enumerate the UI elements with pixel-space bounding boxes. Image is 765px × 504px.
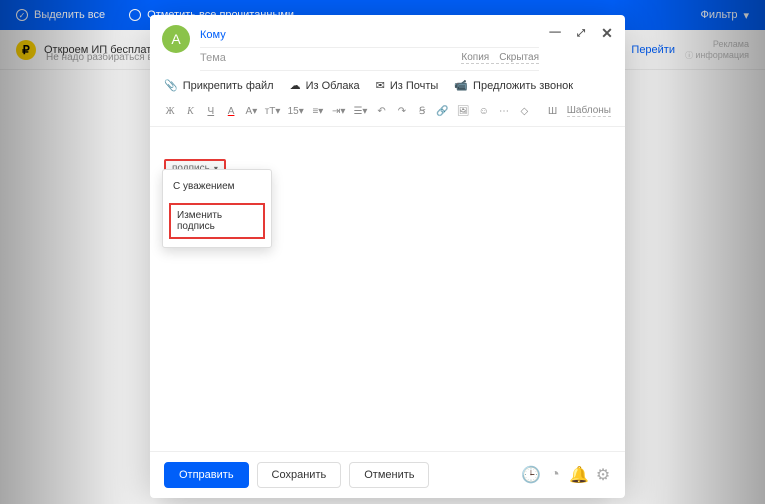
suggest-call-button[interactable]: 📹 Предложить звонок — [454, 79, 573, 92]
more-format-icon[interactable]: ⋯ — [498, 104, 510, 118]
schedule-icon[interactable]: 🕒 — [523, 467, 539, 483]
subject-field-row[interactable]: Тема Копия Скрытая — [200, 48, 539, 71]
signature-option-default[interactable]: С уважением — [163, 174, 271, 199]
signature-menu: С уважением Изменить подпись — [162, 169, 272, 248]
to-field-row[interactable]: Кому — [200, 25, 539, 48]
ad-disclaimer: Рекламаⓘ информация — [685, 39, 749, 61]
filter-label: Фильтр — [701, 9, 738, 21]
emoji-icon[interactable]: ☺ — [478, 104, 490, 118]
indent-icon[interactable]: ⇥▾ — [332, 104, 345, 118]
underline-icon[interactable]: Ч — [205, 104, 217, 118]
templates-icon: Ш — [546, 104, 558, 118]
save-button[interactable]: Сохранить — [257, 462, 342, 488]
attachment-bar: 📎 Прикрепить файл ☁ Из Облака ✉ Из Почты… — [150, 71, 625, 100]
highlight-icon[interactable]: А▾ — [245, 104, 257, 118]
attach-cloud-button[interactable]: ☁ Из Облака — [290, 79, 360, 92]
list-icon[interactable]: ☰▾ — [353, 104, 367, 118]
cc-link[interactable]: Копия — [461, 52, 489, 63]
font-family-icon[interactable]: тТ▾ — [266, 104, 280, 118]
clear-format-icon[interactable]: ◇ — [518, 104, 530, 118]
bold-icon[interactable]: Ж — [164, 104, 176, 118]
suggest-call-label: Предложить звонок — [473, 80, 573, 92]
attach-cloud-label: Из Облака — [306, 80, 360, 92]
format-toolbar: Ж К Ч А А▾ тТ▾ 15▾ ≡▾ ⇥▾ ☰▾ ↶ ↷ Ꞩ 🔗 🖼 ☺ … — [150, 100, 625, 127]
image-icon[interactable]: 🖼 — [457, 104, 470, 118]
link-icon[interactable]: 🔗 — [436, 104, 448, 118]
circle-icon — [129, 9, 141, 21]
expand-icon[interactable]: ⤢ — [575, 27, 587, 39]
send-button[interactable]: Отправить — [164, 462, 249, 488]
filter-button[interactable]: Фильтр ▾ — [701, 9, 749, 22]
strike-icon[interactable]: Ꞩ — [416, 104, 428, 118]
bcc-link[interactable]: Скрытая — [499, 52, 539, 63]
check-circle-icon — [16, 9, 28, 21]
font-color-icon[interactable]: А — [225, 104, 237, 118]
important-icon[interactable]: ◔ — [547, 467, 563, 483]
align-icon[interactable]: ≡▾ — [312, 104, 324, 118]
cancel-button[interactable]: Отменить — [349, 462, 429, 488]
attach-file-button[interactable]: 📎 Прикрепить файл — [164, 79, 274, 92]
cloud-icon: ☁ — [290, 79, 301, 92]
minimize-icon[interactable]: ─ — [549, 27, 561, 39]
undo-icon[interactable]: ↶ — [375, 104, 387, 118]
ad-go-link[interactable]: Перейти — [631, 44, 675, 56]
compose-window: A Кому Тема Копия Скрытая ─ ⤢ ✕ 📎 Прикре… — [150, 15, 625, 498]
select-all-button[interactable]: Выделить все — [16, 9, 105, 21]
font-size-button[interactable]: 15▾ — [288, 104, 304, 118]
attach-mail-label: Из Почты — [390, 80, 438, 92]
editor-body[interactable]: подпись ▾ С уважением Изменить подпись — [150, 127, 625, 451]
notify-icon[interactable]: 🔔 — [571, 467, 587, 483]
settings-gear-icon[interactable]: ⚙ — [595, 467, 611, 483]
templates-link[interactable]: Шаблоны — [567, 105, 611, 117]
redo-icon[interactable]: ↷ — [396, 104, 408, 118]
attach-mail-button[interactable]: ✉ Из Почты — [376, 79, 439, 92]
ad-icon: ₽ — [16, 40, 36, 60]
signature-edit-button[interactable]: Изменить подпись — [169, 203, 265, 239]
select-all-label: Выделить все — [34, 9, 105, 21]
to-label: Кому — [200, 29, 226, 41]
mail-icon: ✉ — [376, 79, 385, 92]
subject-label: Тема — [200, 52, 226, 64]
sender-avatar: A — [162, 25, 190, 53]
video-icon: 📹 — [454, 79, 468, 92]
close-icon[interactable]: ✕ — [601, 27, 613, 39]
attach-file-label: Прикрепить файл — [183, 80, 274, 92]
compose-footer: Отправить Сохранить Отменить 🕒 ◔ 🔔 ⚙ — [150, 451, 625, 498]
paperclip-icon: 📎 — [164, 79, 178, 92]
chevron-down-icon: ▾ — [743, 9, 749, 22]
italic-icon[interactable]: К — [184, 104, 196, 118]
